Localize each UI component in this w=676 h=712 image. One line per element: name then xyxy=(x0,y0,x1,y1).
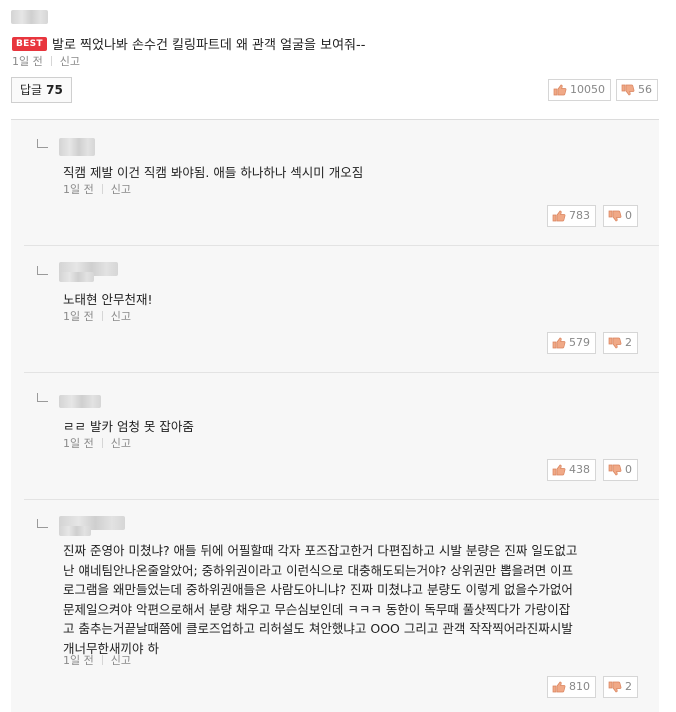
downvote-count: 2 xyxy=(625,680,632,693)
downvote-count: 2 xyxy=(625,336,632,349)
thumbs-up-icon xyxy=(552,464,566,476)
reply-divider xyxy=(24,499,659,500)
meta-divider xyxy=(101,311,103,321)
upvote-count: 438 xyxy=(569,463,590,476)
best-comment-text: 발로 찍었나봐 손수건 킬링파트데 왜 관객 얼굴을 보여줘-- xyxy=(52,38,366,53)
report-link[interactable]: 신고 xyxy=(111,183,131,196)
author-name-blurred xyxy=(11,10,48,24)
upvote-button[interactable]: 438 xyxy=(547,459,596,481)
downvote-button[interactable]: 0 xyxy=(603,459,638,481)
reply-arrow-icon xyxy=(37,393,48,402)
reply-text-line: 로그램을 왜만들었는데 중하위권애들은 사람도아니냐? 진짜 미쳤냐고 분량도 … xyxy=(63,582,573,597)
reply-time: 1일 전 xyxy=(63,437,94,450)
downvote-count: 56 xyxy=(638,83,652,96)
reply-author-blurred xyxy=(59,138,95,156)
downvote-button[interactable]: 56 xyxy=(616,79,658,101)
reply-text: 진짜 준영아 미쳤냐? 애들 뒤에 어필할때 각자 포즈잡고한거 다편집하고 시… xyxy=(63,541,653,658)
comment-time: 1일 전 xyxy=(12,55,43,68)
upvote-count: 783 xyxy=(569,209,590,222)
upvote-count: 10050 xyxy=(570,83,605,96)
downvote-button[interactable]: 0 xyxy=(603,205,638,227)
downvote-count: 0 xyxy=(625,463,632,476)
meta-divider xyxy=(101,184,103,194)
reply-meta: 1일 전 신고 xyxy=(63,652,131,668)
upvote-count: 579 xyxy=(569,336,590,349)
best-badge: BEST xyxy=(12,37,47,51)
reply-time: 1일 전 xyxy=(63,654,94,667)
reply-time: 1일 전 xyxy=(63,183,94,196)
reply-text: 직캠 제발 이건 직캠 봐야됨. 애들 하나하나 섹시미 개오짐 xyxy=(63,165,364,180)
report-link[interactable]: 신고 xyxy=(111,310,131,323)
thumbs-up-icon xyxy=(553,84,567,96)
reply-text-line: 개너무한새끼야 하 xyxy=(63,640,159,656)
downvote-button[interactable]: 2 xyxy=(603,676,638,698)
thumbs-down-icon xyxy=(608,210,622,222)
meta-divider xyxy=(50,56,52,66)
report-link[interactable]: 신고 xyxy=(111,654,131,667)
reply-text: ㄹㄹ 발카 엄청 못 잡아줌 xyxy=(63,419,194,434)
reply-count: 75 xyxy=(46,83,63,97)
meta-divider xyxy=(101,655,103,665)
upvote-button[interactable]: 783 xyxy=(547,205,596,227)
thumbs-down-icon xyxy=(608,681,622,693)
reply-divider xyxy=(24,372,659,373)
thumbs-down-icon xyxy=(621,84,635,96)
downvote-button[interactable]: 2 xyxy=(603,332,638,354)
reply-text-line: 진짜 준영아 미쳤냐? 애들 뒤에 어필할때 각자 포즈잡고한거 다편집하고 시… xyxy=(63,543,578,558)
reply-text-line: 고 춤추는거끝날때쯤에 클로즈업하고 리허설도 쳐안했냐고 OOO 그리고 관객… xyxy=(63,621,573,636)
thumbs-up-icon xyxy=(552,681,566,693)
reply-arrow-icon xyxy=(37,266,48,275)
thumbs-up-icon xyxy=(552,210,566,222)
reply-text-line: 난 얘네팀안나온줄알았어; 중하위권이라고 이런식으로 대충해도되는거야? 상위… xyxy=(63,562,574,578)
best-comment-meta: 1일 전 신고 xyxy=(12,53,80,69)
thumbs-up-icon xyxy=(552,337,566,349)
report-link[interactable]: 신고 xyxy=(60,55,80,68)
reply-text: 노태현 안무천재! xyxy=(63,292,153,307)
reply-arrow-icon xyxy=(37,519,48,528)
meta-divider xyxy=(101,438,103,448)
reply-meta: 1일 전 신고 xyxy=(63,181,131,197)
report-link[interactable]: 신고 xyxy=(111,437,131,450)
thumbs-down-icon xyxy=(608,337,622,349)
reply-button-label: 답글 xyxy=(20,83,43,97)
reply-text-line: 문제일으켜야 악편으로해서 분량 채우고 무슨심보인데 ㅋㅋㅋ 동한이 독무때 … xyxy=(63,601,571,617)
reply-time: 1일 전 xyxy=(63,310,94,323)
reply-author-blurred xyxy=(59,395,101,408)
upvote-button[interactable]: 579 xyxy=(547,332,596,354)
reply-meta: 1일 전 신고 xyxy=(63,435,131,451)
upvote-count: 810 xyxy=(569,680,590,693)
upvote-button[interactable]: 10050 xyxy=(548,79,611,101)
downvote-count: 0 xyxy=(625,209,632,222)
reply-author-blurred-2 xyxy=(59,526,91,536)
reply-meta: 1일 전 신고 xyxy=(63,308,131,324)
reply-toggle-button[interactable]: 답글 75 xyxy=(11,77,72,103)
reply-author-blurred-2 xyxy=(59,272,94,282)
reply-arrow-icon xyxy=(37,139,48,148)
upvote-button[interactable]: 810 xyxy=(547,676,596,698)
thumbs-down-icon xyxy=(608,464,622,476)
reply-divider xyxy=(24,245,659,246)
